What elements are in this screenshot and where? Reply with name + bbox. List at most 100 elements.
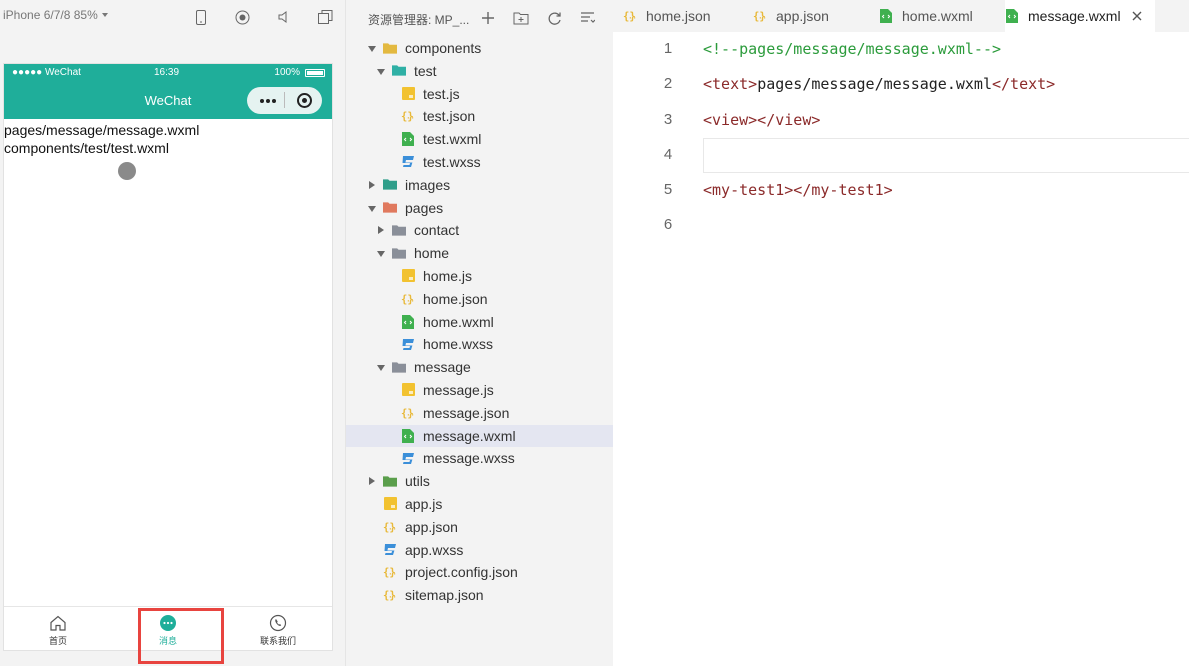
close-icon[interactable] [1131,9,1143,21]
svg-text:..: .. [406,113,414,121]
tree-folder[interactable]: test [346,60,613,83]
js-file-icon [401,383,415,397]
tree-item-label: app.json [405,518,458,535]
tree-file[interactable]: {}.. app.json [346,516,613,539]
code-line[interactable]: 3 <view></view> [613,103,1189,138]
line-number: 3 [663,110,673,128]
tree-folder[interactable]: message [346,356,613,379]
active-tab-highlight [138,608,224,664]
tree-file[interactable]: home.js [346,265,613,288]
tree-file[interactable]: test.wxss [346,151,613,174]
new-file-icon[interactable] [480,10,496,26]
volume-icon[interactable] [276,9,292,25]
chevron-right-icon[interactable] [378,226,384,235]
chevron-down-icon[interactable] [377,365,385,372]
editor-tab[interactable]: {}.. home.json [623,0,748,32]
code-editor: {}.. home.json {}.. app.json home.wxml messag… [613,0,1189,666]
new-folder-icon[interactable] [513,10,529,26]
touch-cursor [118,162,136,180]
code-line[interactable]: 5 <my-test1></my-test1> [613,173,1189,208]
line-content: <my-test1></my-test1> [703,181,893,199]
wxml-file-icon [401,428,415,443]
code-area[interactable]: 1 <!--pages/message/message.wxml--> 2 <text… [613,32,1189,244]
navigation-bar: WeChat [4,82,332,119]
svg-text:..: .. [406,409,414,417]
explorer-title: 资源管理器: MP_... [368,13,470,27]
tree-folder[interactable]: utils [346,470,613,493]
tree-item-label: home [414,245,450,262]
phone-icon[interactable] [193,9,209,25]
svg-text:..: .. [628,13,636,21]
editor-tab[interactable]: home.wxml [879,0,999,32]
wxml-file-icon [1005,9,1019,23]
tree-folder[interactable]: home [346,242,613,265]
code-token: <view></view> [703,110,821,129]
tree-item-label: test.wxss [423,153,481,170]
wxml-file-icon [401,314,415,329]
tree-file[interactable]: test.wxml [346,128,613,151]
tree-file[interactable]: message.wxml [346,424,613,448]
json-file-icon: {}.. [753,9,767,23]
chevron-right-icon[interactable] [369,477,375,486]
tree-file[interactable]: {}.. message.json [346,402,613,425]
file-explorer: 资源管理器: MP_... components test test.js {}.. t… [345,0,613,666]
code-token: pages/message/message.wxml [757,75,992,94]
editor-tab[interactable]: {}.. app.json [753,0,873,32]
editor-tab[interactable]: message.wxml [1005,0,1155,32]
tree-file[interactable]: {}.. test.json [346,105,613,128]
tree-file[interactable]: app.js [346,493,613,516]
tree-file[interactable]: message.wxss [346,447,613,470]
close-miniprogram-icon[interactable] [297,93,312,108]
chevron-down-icon[interactable] [377,251,385,258]
tree-file[interactable]: {}.. project.config.json [346,561,613,584]
clock-label: 16:39 [154,67,180,78]
tab-contact[interactable]: 联系我们 [238,607,318,651]
editor-tab-label: home.wxml [902,8,973,24]
tree-item-label: project.config.json [405,564,518,581]
collapse-all-icon[interactable] [579,10,595,26]
tree-file[interactable]: message.js [346,379,613,402]
tree-file[interactable]: home.wxml [346,311,613,334]
tree-file[interactable]: test.js [346,83,613,106]
chevron-down-icon[interactable] [368,46,376,52]
tree-file[interactable]: app.wxss [346,539,613,562]
line-content: <!--pages/message/message.wxml--> [703,40,1001,58]
code-line[interactable]: 1 <!--pages/message/message.wxml--> [613,32,1189,67]
file-tree: components test test.js {}.. test.json test.w… [346,37,613,607]
refresh-icon[interactable] [546,10,562,26]
tree-item-label: message [414,359,471,376]
code-line[interactable]: 2 <text>pages/message/message.wxml</text> [613,67,1189,102]
tab-home[interactable]: 首页 [18,607,98,651]
tree-file[interactable]: {}.. sitemap.json [346,584,613,607]
tree-file[interactable]: {}.. home.json [346,288,613,311]
phone-icon [269,614,287,632]
tree-folder[interactable]: pages [346,197,613,220]
more-icon[interactable] [253,91,283,110]
tree-item-label: app.wxss [405,541,464,558]
chevron-down-icon[interactable] [377,68,385,75]
tree-folder[interactable]: contact [346,219,613,242]
line-number: 4 [663,145,673,163]
code-token: <my-test1></my-test1> [703,181,893,200]
code-line[interactable]: 6 [613,208,1189,243]
chevron-down-icon [101,13,108,17]
tree-item-label: utils [405,473,430,490]
tree-item-label: components [405,40,482,56]
tree-item-label: app.js [405,495,443,512]
tree-item-label: home.json [423,290,488,307]
device-select[interactable]: iPhone 6/7/8 85% [3,8,108,22]
line-content: <text>pages/message/message.wxml</text> [703,75,1055,93]
chevron-right-icon[interactable] [369,180,375,189]
tree-folder[interactable]: images [346,174,613,197]
code-line[interactable]: 4 [613,137,1189,173]
json-file-icon: {}.. [383,520,397,534]
tree-file[interactable]: home.wxss [346,333,613,356]
home-icon [50,615,66,631]
json-file-icon: {}.. [383,588,397,602]
tree-folder[interactable]: components [346,37,613,60]
folder-icon [383,201,397,215]
chevron-down-icon[interactable] [368,205,376,212]
record-icon[interactable] [234,9,250,25]
window-icon[interactable] [317,9,333,25]
editor-tab-strip: {}.. home.json {}.. app.json home.wxml messag… [613,0,1189,32]
